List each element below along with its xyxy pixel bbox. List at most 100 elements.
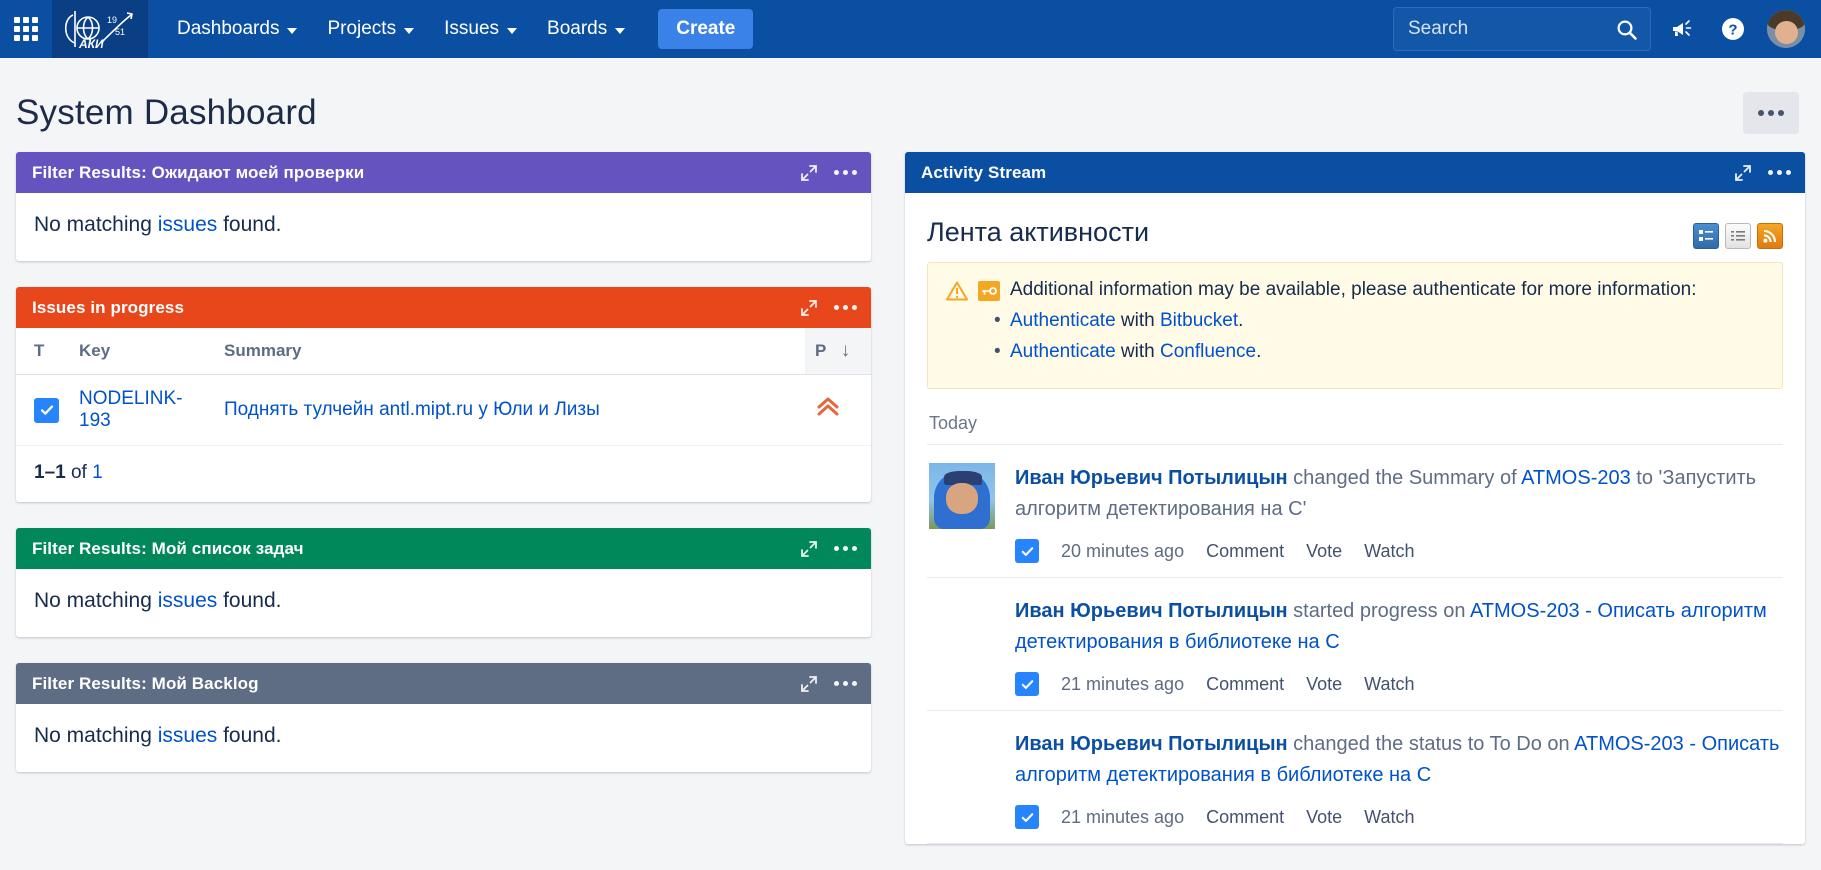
pagination-summary: 1–1 of 1 bbox=[16, 446, 871, 502]
gadget-controls bbox=[800, 675, 857, 693]
issue-key-link[interactable]: NODELINK-193 bbox=[79, 388, 182, 431]
maximize-icon[interactable] bbox=[1734, 164, 1752, 182]
authenticate-link[interactable]: Authenticate bbox=[1010, 341, 1116, 362]
column-header-key[interactable]: Key bbox=[69, 328, 214, 375]
site-logo[interactable]: 19 51 АКИ bbox=[52, 0, 148, 58]
activity-stream-body: Лента активности Additional information … bbox=[905, 193, 1805, 844]
activity-issue-link[interactable]: ATMOS-203 bbox=[1574, 733, 1684, 755]
dashboard-tools-button[interactable] bbox=[1743, 92, 1799, 134]
watch-action[interactable]: Watch bbox=[1364, 541, 1414, 562]
app-switcher-icon bbox=[14, 17, 38, 41]
gadget-controls bbox=[800, 164, 857, 182]
activity-issue-link[interactable]: ATMOS-203 bbox=[1470, 600, 1580, 622]
activity-entry: Иван Юрьевич Потылицын started progress … bbox=[927, 578, 1783, 711]
search-input[interactable] bbox=[1394, 8, 1650, 50]
maximize-icon[interactable] bbox=[800, 540, 818, 558]
app-switcher-button[interactable] bbox=[0, 0, 52, 58]
watch-action[interactable]: Watch bbox=[1364, 674, 1414, 695]
avatar bbox=[929, 463, 995, 529]
activity-user-link[interactable]: Иван Юрьевич Потылицын bbox=[1015, 733, 1288, 755]
nav-item-projects[interactable]: Projects bbox=[312, 0, 429, 58]
dashboard-column-left: Filter Results: Ожидают моей проверки No… bbox=[16, 152, 871, 870]
page-header: System Dashboard bbox=[14, 58, 1807, 152]
gadget-filter-results-my-backlog: Filter Results: Мой Backlog No matching … bbox=[16, 663, 871, 772]
gadget-filter-results-my-tasks: Filter Results: Мой список задач No matc… bbox=[16, 528, 871, 637]
comment-action[interactable]: Comment bbox=[1206, 674, 1284, 695]
list-view-icon[interactable] bbox=[1725, 223, 1751, 249]
authentication-warning-banner: Additional information may be available,… bbox=[927, 262, 1783, 389]
empty-text-pre: No matching bbox=[34, 213, 158, 236]
activity-user-link[interactable]: Иван Юрьевич Потылицын bbox=[1015, 600, 1288, 622]
list-item: Authenticate with Confluence. bbox=[992, 341, 1764, 363]
gadget-filter-results-review: Filter Results: Ожидают моей проверки No… bbox=[16, 152, 871, 261]
nav-item-dashboards[interactable]: Dashboards bbox=[162, 0, 312, 58]
gadget-menu-button[interactable] bbox=[834, 681, 857, 686]
chevron-down-icon bbox=[615, 27, 626, 34]
announcements-button[interactable] bbox=[1659, 7, 1703, 51]
issue-summary-link[interactable]: Поднять тулчейн antl.mipt.ru у Юли и Лиз… bbox=[224, 399, 600, 420]
dot bbox=[1758, 110, 1764, 116]
gadget-header: Activity Stream bbox=[905, 152, 1805, 193]
top-navigation-bar: 19 51 АКИ Dashboards Projects Issues Boa… bbox=[0, 0, 1821, 58]
create-button[interactable]: Create bbox=[658, 9, 754, 49]
gadget-menu-button[interactable] bbox=[834, 546, 857, 551]
key-icon bbox=[978, 281, 1000, 301]
activity-day-separator: Today bbox=[927, 399, 1783, 445]
maximize-icon[interactable] bbox=[800, 164, 818, 182]
maximize-icon[interactable] bbox=[800, 675, 818, 693]
table-header-row: T Key Summary P ↓ bbox=[16, 328, 871, 375]
activity-entry-content: Иван Юрьевич Потылицын started progress … bbox=[1015, 596, 1781, 696]
summary-view-icon[interactable] bbox=[1693, 223, 1719, 249]
vote-action[interactable]: Vote bbox=[1306, 807, 1342, 828]
watch-action[interactable]: Watch bbox=[1364, 807, 1414, 828]
nav-item-issues[interactable]: Issues bbox=[429, 0, 532, 58]
gadget-menu-button[interactable] bbox=[1768, 170, 1791, 175]
table-row[interactable]: NODELINK-193 Поднять тулчейн antl.mipt.r… bbox=[16, 374, 871, 446]
issues-link[interactable]: issues bbox=[158, 724, 218, 747]
pagination-range: 1–1 bbox=[34, 462, 66, 483]
help-button[interactable]: ? bbox=[1711, 7, 1755, 51]
column-header-summary[interactable]: Summary bbox=[214, 328, 805, 375]
dashboard-columns: Filter Results: Ожидают моей проверки No… bbox=[14, 152, 1807, 870]
activity-issue-link[interactable]: ATMOS-203 bbox=[1521, 467, 1631, 489]
issues-table: T Key Summary P ↓ NODELINK-193 Поднять т… bbox=[16, 328, 871, 446]
search-box[interactable] bbox=[1393, 7, 1651, 51]
bitbucket-link[interactable]: Bitbucket bbox=[1160, 310, 1238, 331]
task-icon bbox=[1015, 805, 1039, 829]
gadget-title: Filter Results: Ожидают моей проверки bbox=[32, 162, 365, 182]
activity-action-text: started progress on bbox=[1287, 600, 1470, 622]
gadget-menu-button[interactable] bbox=[834, 170, 857, 175]
pagination-total-link[interactable]: 1 bbox=[92, 462, 103, 483]
empty-text-post: found. bbox=[217, 724, 282, 747]
nav-item-boards[interactable]: Boards bbox=[532, 0, 640, 58]
issues-link[interactable]: issues bbox=[158, 589, 218, 612]
activity-timestamp: 20 minutes ago bbox=[1061, 540, 1185, 561]
nav-item-label: Issues bbox=[444, 18, 500, 39]
gadget-header: Filter Results: Мой список задач bbox=[16, 528, 871, 569]
vote-action[interactable]: Vote bbox=[1306, 541, 1342, 562]
gadget-title: Filter Results: Мой Backlog bbox=[32, 673, 259, 693]
activity-entry: Иван Юрьевич Потылицын changed the statu… bbox=[927, 711, 1783, 844]
activity-entry-content: Иван Юрьевич Потылицын changed the statu… bbox=[1015, 729, 1781, 829]
comment-action[interactable]: Comment bbox=[1206, 807, 1284, 828]
confluence-link[interactable]: Confluence bbox=[1160, 341, 1256, 362]
column-header-priority[interactable]: P ↓ bbox=[805, 328, 871, 375]
column-header-type[interactable]: T bbox=[16, 328, 69, 375]
activity-entry-text: Иван Юрьевич Потылицын started progress … bbox=[1015, 596, 1781, 658]
user-avatar[interactable] bbox=[1767, 10, 1805, 48]
vote-action[interactable]: Vote bbox=[1306, 674, 1342, 695]
issues-link[interactable]: issues bbox=[158, 213, 218, 236]
gadget-body: No matching issues found. bbox=[16, 704, 871, 772]
chevron-down-icon bbox=[507, 27, 518, 34]
activity-entry: Иван Юрьевич Потылицын changed the Summa… bbox=[927, 445, 1783, 578]
priority-highest-icon bbox=[817, 397, 839, 416]
rss-feed-icon[interactable] bbox=[1757, 223, 1783, 249]
authenticate-link[interactable]: Authenticate bbox=[1010, 310, 1116, 331]
column-header-priority-label: P bbox=[815, 341, 827, 360]
activity-timestamp: 21 minutes ago bbox=[1061, 806, 1185, 827]
gadget-menu-button[interactable] bbox=[834, 305, 857, 310]
comment-action[interactable]: Comment bbox=[1206, 541, 1284, 562]
maximize-icon[interactable] bbox=[800, 299, 818, 317]
activity-user-link[interactable]: Иван Юрьевич Потылицын bbox=[1015, 467, 1288, 489]
avatar-face bbox=[1774, 20, 1799, 45]
